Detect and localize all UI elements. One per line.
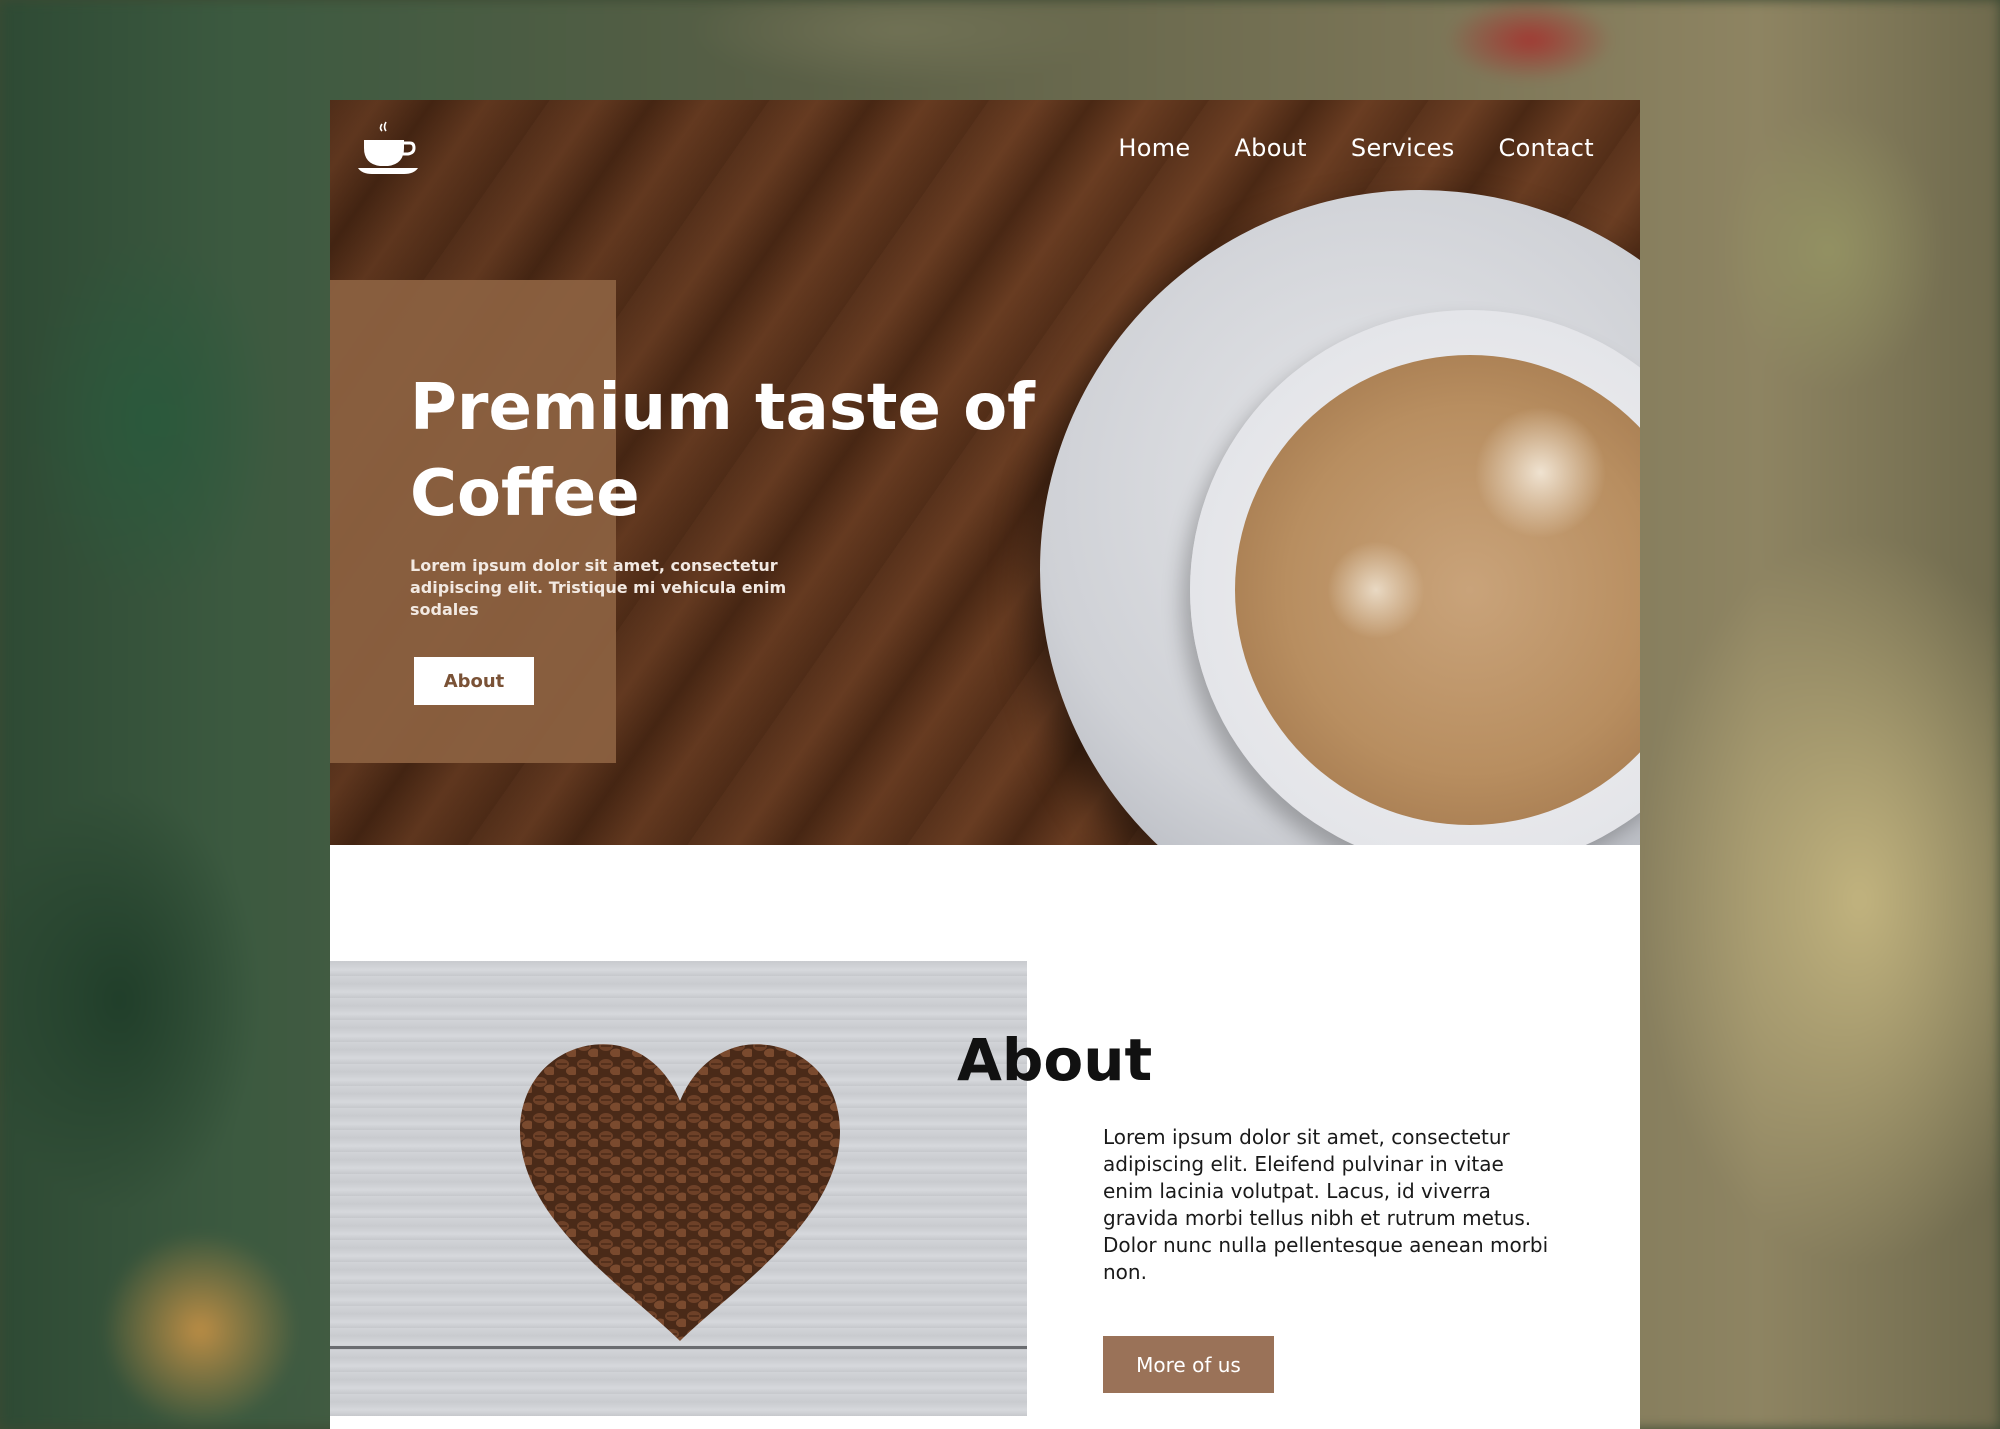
heart-icon bbox=[520, 1044, 840, 1341]
coffee-cup-icon[interactable] bbox=[356, 118, 420, 178]
hero-section: Home About Services Contact Premium tast… bbox=[330, 100, 1640, 845]
more-of-us-button[interactable]: More of us bbox=[1103, 1336, 1274, 1393]
nav-item-about[interactable]: About bbox=[1234, 130, 1306, 166]
hero-description: Lorem ipsum dolor sit amet, consectetur … bbox=[410, 556, 787, 619]
nav-item-contact[interactable]: Contact bbox=[1499, 130, 1594, 166]
main-nav: Home About Services Contact bbox=[1074, 130, 1594, 166]
website-mockup: Home About Services Contact Premium tast… bbox=[330, 100, 1640, 1429]
hero-about-button[interactable]: About bbox=[414, 657, 534, 705]
nav-item-services[interactable]: Services bbox=[1351, 130, 1455, 166]
hero-title: Premium taste of Coffee bbox=[410, 371, 1035, 531]
about-description: Lorem ipsum dolor sit amet, consectetur … bbox=[1103, 1125, 1549, 1284]
coffee-beans-heart-image bbox=[330, 961, 1027, 1416]
nav-item-home[interactable]: Home bbox=[1118, 130, 1190, 166]
about-title: About bbox=[957, 1026, 1153, 1094]
